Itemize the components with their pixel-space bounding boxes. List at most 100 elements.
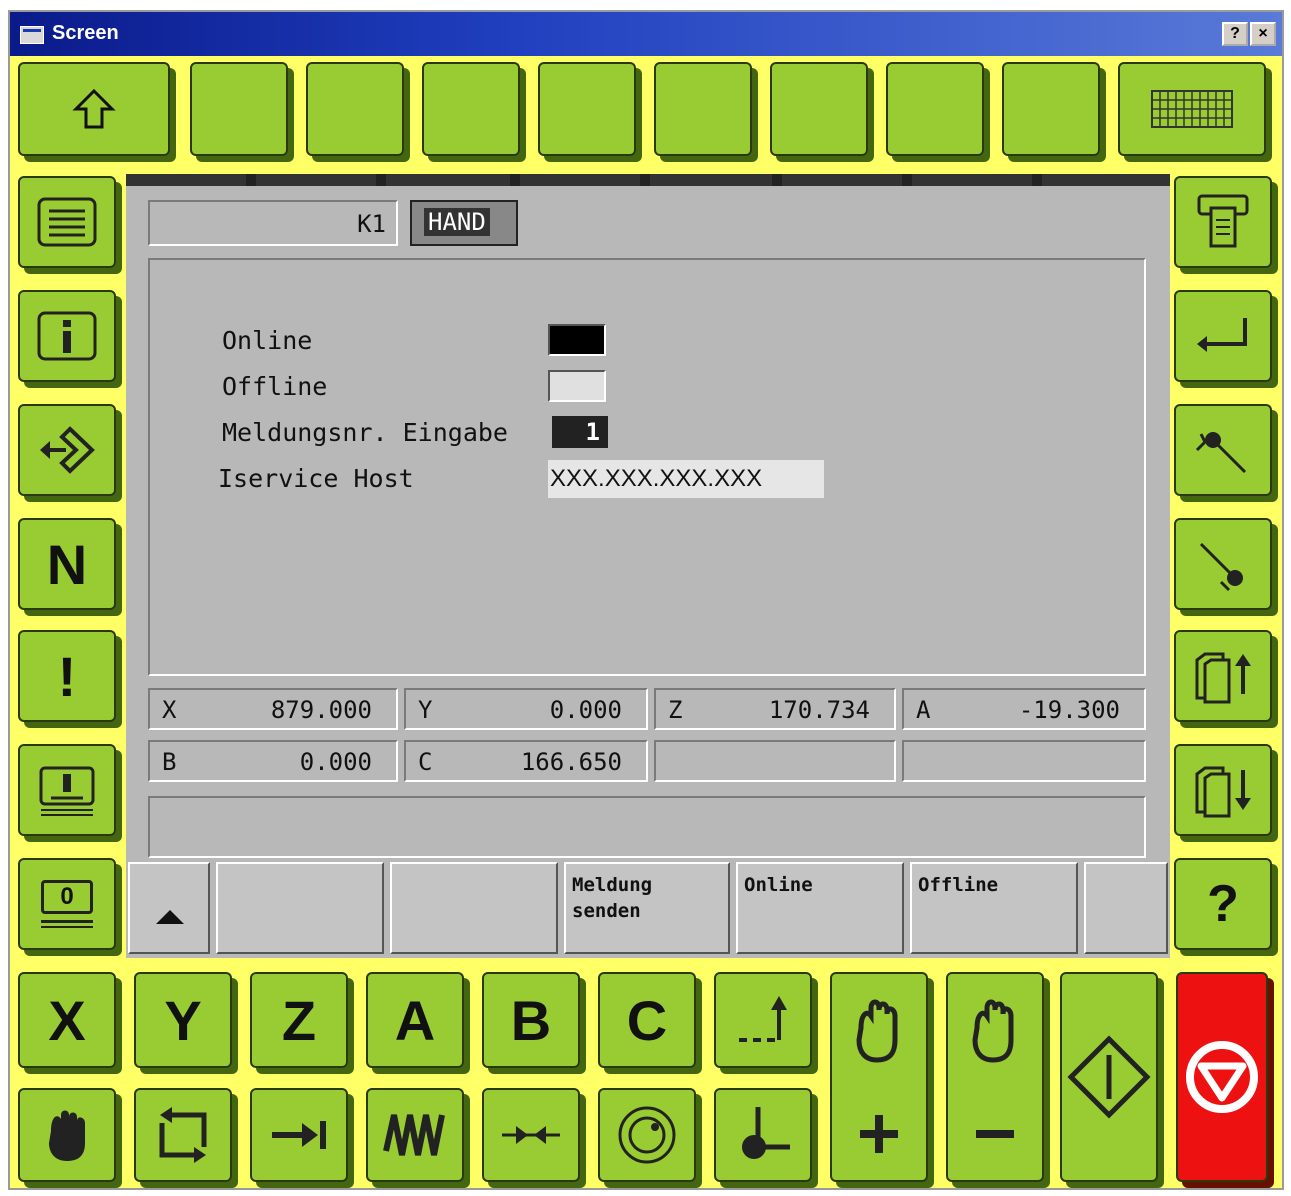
message-number-input[interactable]: 1 [552, 416, 608, 448]
axis-x-value: 879.000 [270, 696, 372, 724]
offline-softkey[interactable]: Offline [910, 862, 1078, 954]
send-message-label: Meldung senden [572, 874, 653, 922]
channel-value: K1 [357, 210, 386, 238]
axis-a-key[interactable]: A [366, 972, 464, 1068]
online-softkey-label: Online [744, 874, 813, 896]
axis-b-key[interactable]: B [482, 972, 580, 1068]
softkey-up-arrow[interactable] [128, 862, 210, 954]
probe-up-key[interactable] [1174, 404, 1272, 496]
arrows-diamond-icon [40, 426, 95, 474]
softkey-3[interactable] [390, 862, 558, 954]
axis-b-readout: B 0.000 [148, 740, 398, 782]
online-indicator [548, 324, 606, 356]
axis-a-readout: A -19.300 [902, 688, 1146, 730]
stop-key[interactable] [1176, 972, 1268, 1182]
top-softkey-3[interactable] [422, 62, 520, 156]
squeeze-key[interactable] [482, 1088, 580, 1182]
alarm-box-icon [39, 766, 95, 816]
message-number-label: Meldungsnr. Eingabe [222, 418, 508, 447]
jog-plus-key[interactable] [830, 972, 928, 1182]
axis-z-readout: Z 170.734 [654, 688, 896, 730]
keyboard-grid-icon [1151, 90, 1233, 128]
send-message-softkey[interactable]: Meldung senden [564, 862, 730, 954]
axis-y-readout: Y 0.000 [404, 688, 648, 730]
arrows-inward-icon [502, 1126, 560, 1144]
hand-outline-minus-icon [972, 999, 1014, 1063]
page-up-key[interactable] [1174, 630, 1272, 722]
spring-icon [383, 1114, 445, 1156]
alarm-key[interactable] [18, 744, 116, 836]
window-icon [20, 26, 44, 44]
hand-icon [49, 1110, 85, 1161]
top-softkey-8[interactable] [1002, 62, 1100, 156]
axis-z-name: Z [668, 696, 683, 724]
axis-z-value: 170.734 [768, 696, 870, 724]
axis-y-key[interactable]: Y [134, 972, 232, 1068]
step-key[interactable] [250, 1088, 348, 1182]
softkey-2[interactable] [216, 862, 384, 954]
tab-strip [126, 174, 1170, 186]
cycle-arrows-icon [159, 1107, 207, 1163]
triangle-up-icon [156, 910, 184, 924]
axis-x-readout: X 879.000 [148, 688, 398, 730]
enter-key[interactable] [1174, 290, 1272, 382]
axis-z-key[interactable]: Z [250, 972, 348, 1068]
top-softkey-5[interactable] [654, 62, 752, 156]
spindle-icon [618, 1106, 676, 1164]
probe-up-icon [1195, 432, 1247, 474]
axis-b-value: 0.000 [299, 748, 372, 776]
jog-up-key[interactable] [714, 972, 812, 1068]
spring-key[interactable] [366, 1088, 464, 1182]
reference-key[interactable] [714, 1088, 812, 1182]
printer-key[interactable] [1174, 176, 1272, 268]
reference-point-icon [742, 1107, 790, 1159]
top-softkey-7[interactable] [886, 62, 984, 156]
minus-icon [976, 1129, 1014, 1138]
cycle-start-key[interactable] [18, 404, 116, 496]
keyboard-key[interactable] [1118, 62, 1266, 156]
start-diamond-icon [1067, 1035, 1151, 1119]
n-key[interactable]: N [18, 518, 116, 610]
top-softkey-2[interactable] [306, 62, 404, 156]
offline-softkey-label: Offline [918, 874, 999, 896]
spindle-key[interactable] [598, 1088, 696, 1182]
axis-c-key[interactable]: C [598, 972, 696, 1068]
top-softkey-4[interactable] [538, 62, 636, 156]
cycle-key[interactable] [134, 1088, 232, 1182]
empty-readout-2 [902, 740, 1146, 782]
probe-down-key[interactable] [1174, 518, 1272, 610]
softkey-8[interactable] [1084, 862, 1168, 954]
hand-wheel-key[interactable] [18, 1088, 116, 1182]
help-title-button[interactable]: ? [1222, 22, 1248, 46]
axis-a-value: -19.300 [1018, 696, 1120, 724]
jog-minus-key[interactable] [946, 972, 1044, 1182]
exclamation-key[interactable]: ! [18, 630, 116, 722]
info-key[interactable] [18, 290, 116, 382]
axis-c-name: C [418, 748, 433, 776]
online-softkey[interactable]: Online [736, 862, 904, 954]
axis-c-value: 166.650 [520, 748, 622, 776]
shift-up-key[interactable] [18, 62, 170, 156]
stop-icon [1186, 1041, 1258, 1113]
zero-key[interactable]: 0 [18, 858, 116, 950]
iservice-host-input[interactable]: XXX.XXX.XXX.XXX [548, 460, 824, 498]
axis-x-key[interactable]: X [18, 972, 116, 1068]
close-title-button[interactable]: × [1250, 22, 1276, 46]
iservice-host-label: Iservice Host [218, 464, 414, 493]
mode-value: HAND [424, 208, 490, 236]
start-key[interactable] [1060, 972, 1158, 1182]
top-softkey-6[interactable] [770, 62, 868, 156]
page-down-key[interactable] [1174, 744, 1272, 836]
window-title: Screen [52, 22, 119, 44]
list-key[interactable] [18, 176, 116, 268]
axis-y-value: 0.000 [549, 696, 622, 724]
channel-field: K1 [148, 200, 398, 246]
help-key[interactable]: ? [1174, 858, 1272, 950]
zero-box-icon: 0 [37, 876, 97, 932]
offline-label: Offline [222, 372, 328, 401]
page-down-icon [1195, 766, 1251, 818]
zero-label: 0 [41, 880, 93, 914]
online-label: Online [222, 326, 313, 355]
hand-outline-plus-icon [856, 999, 898, 1063]
top-softkey-1[interactable] [190, 62, 288, 156]
